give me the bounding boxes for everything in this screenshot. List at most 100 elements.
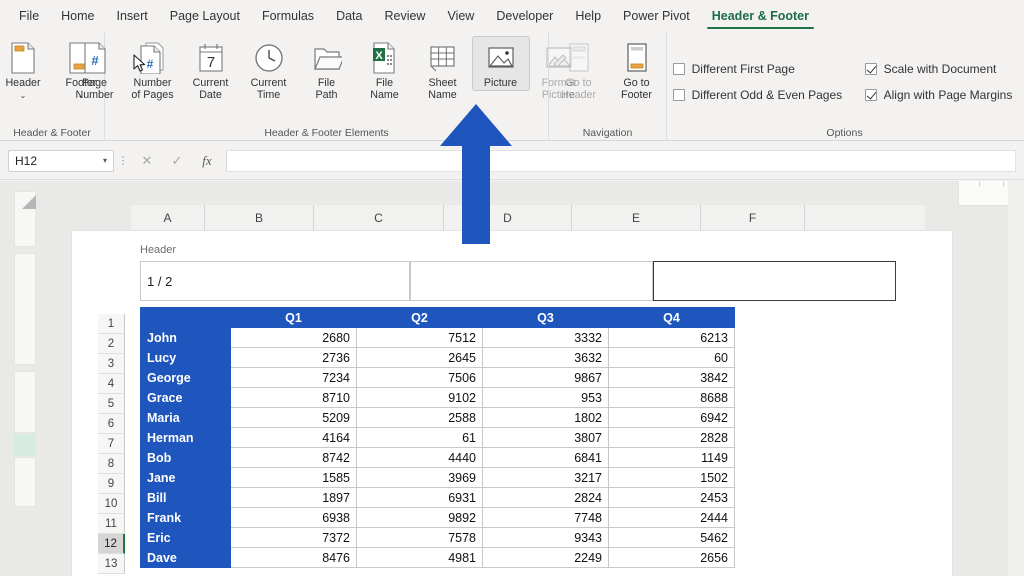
tab-developer[interactable]: Developer bbox=[485, 0, 564, 32]
page-number-button[interactable]: # Page Number bbox=[66, 36, 124, 102]
table-cell-q2[interactable]: 61 bbox=[357, 428, 483, 448]
table-cell-q3[interactable]: 3632 bbox=[483, 348, 609, 368]
table-cell-q2[interactable]: 7578 bbox=[357, 528, 483, 548]
table-cell-q4[interactable]: 2444 bbox=[609, 508, 735, 528]
row-header-10[interactable]: 10 bbox=[98, 494, 125, 514]
scale-with-document-checkbox[interactable] bbox=[865, 63, 877, 75]
column-header-a[interactable]: A bbox=[131, 205, 205, 231]
table-cell-q1[interactable]: 8742 bbox=[231, 448, 357, 468]
column-header-e[interactable]: E bbox=[572, 205, 701, 231]
insert-function-icon[interactable]: fx bbox=[192, 153, 222, 169]
table-cell-q3[interactable]: 953 bbox=[483, 388, 609, 408]
table-cell-q2[interactable]: 4440 bbox=[357, 448, 483, 468]
tab-header-and-footer[interactable]: Header & Footer bbox=[701, 0, 820, 32]
tab-formulas[interactable]: Formulas bbox=[251, 0, 325, 32]
chevron-down-icon[interactable]: ▾ bbox=[103, 156, 107, 165]
table-cell-q1[interactable]: 1897 bbox=[231, 488, 357, 508]
formula-input[interactable] bbox=[226, 150, 1016, 172]
tab-file[interactable]: File bbox=[8, 0, 50, 32]
table-cell-q4[interactable]: 1149 bbox=[609, 448, 735, 468]
align-with-page-margins-checkbox[interactable] bbox=[865, 89, 877, 101]
tab-insert[interactable]: Insert bbox=[106, 0, 159, 32]
sheet-name-button[interactable]: Sheet Name bbox=[414, 36, 472, 102]
table-cell-q4[interactable]: 2828 bbox=[609, 428, 735, 448]
go-to-footer-button[interactable]: Go to Footer bbox=[608, 36, 666, 102]
different-first-page-checkbox[interactable] bbox=[673, 63, 685, 75]
row-header-11[interactable]: 11 bbox=[98, 514, 125, 534]
formula-bar-grip[interactable]: ⋮ bbox=[114, 154, 132, 167]
table-cell-q3[interactable]: 9867 bbox=[483, 368, 609, 388]
row-header-7[interactable]: 7 bbox=[98, 434, 125, 454]
tab-home[interactable]: Home bbox=[50, 0, 105, 32]
tab-help[interactable]: Help bbox=[564, 0, 612, 32]
table-cell-q1[interactable]: 7234 bbox=[231, 368, 357, 388]
table-row[interactable]: John 2680 7512 3332 6213 bbox=[141, 328, 735, 348]
different-odd-even-pages-checkbox[interactable] bbox=[673, 89, 685, 101]
table-cell-q4[interactable]: 6942 bbox=[609, 408, 735, 428]
table-cell-q4[interactable]: 60 bbox=[609, 348, 735, 368]
table-cell-q2[interactable]: 4981 bbox=[357, 548, 483, 568]
table-cell-q2[interactable]: 9892 bbox=[357, 508, 483, 528]
table-cell-q1[interactable]: 6938 bbox=[231, 508, 357, 528]
table-row[interactable]: Bill 1897 6931 2824 2453 bbox=[141, 488, 735, 508]
header-section-left[interactable]: 1 / 2 bbox=[140, 261, 410, 301]
table-cell-q3[interactable]: 3217 bbox=[483, 468, 609, 488]
table-cell-q1[interactable]: 5209 bbox=[231, 408, 357, 428]
row-header-4[interactable]: 4 bbox=[98, 374, 125, 394]
row-header-5[interactable]: 5 bbox=[98, 394, 125, 414]
align-with-page-margins-option[interactable]: Align with Page Margins bbox=[865, 88, 1013, 102]
tab-data[interactable]: Data bbox=[325, 0, 373, 32]
table-cell-q4[interactable]: 2453 bbox=[609, 488, 735, 508]
table-cell-q1[interactable]: 1585 bbox=[231, 468, 357, 488]
table-cell-q1[interactable]: 8476 bbox=[231, 548, 357, 568]
table-row[interactable]: Lucy 2736 2645 3632 60 bbox=[141, 348, 735, 368]
column-header-b[interactable]: B bbox=[205, 205, 314, 231]
current-date-button[interactable]: 7 Current Date bbox=[182, 36, 240, 102]
table-cell-q3[interactable]: 2249 bbox=[483, 548, 609, 568]
table-cell-q3[interactable]: 9343 bbox=[483, 528, 609, 548]
different-odd-even-pages-option[interactable]: Different Odd & Even Pages bbox=[673, 88, 861, 102]
confirm-icon[interactable]: ✓ bbox=[162, 153, 192, 169]
table-row[interactable]: Herman 4164 61 3807 2828 bbox=[141, 428, 735, 448]
table-cell-q2[interactable]: 2645 bbox=[357, 348, 483, 368]
table-cell-q4[interactable]: 6213 bbox=[609, 328, 735, 348]
table-cell-q4[interactable]: 5462 bbox=[609, 528, 735, 548]
name-box[interactable]: H12 ▾ bbox=[8, 150, 114, 172]
vertical-scrollbar[interactable] bbox=[1008, 181, 1024, 576]
picture-button[interactable]: Picture bbox=[472, 36, 530, 91]
column-header-f[interactable]: F bbox=[701, 205, 805, 231]
table-row[interactable]: Bob 8742 4440 6841 1149 bbox=[141, 448, 735, 468]
tab-review[interactable]: Review bbox=[373, 0, 436, 32]
table-cell-q4[interactable]: 1502 bbox=[609, 468, 735, 488]
table-cell-q3[interactable]: 6841 bbox=[483, 448, 609, 468]
table-cell-q3[interactable]: 2824 bbox=[483, 488, 609, 508]
table-cell-q3[interactable]: 7748 bbox=[483, 508, 609, 528]
column-header-c[interactable]: C bbox=[314, 205, 444, 231]
table-cell-q2[interactable]: 6931 bbox=[357, 488, 483, 508]
cancel-icon[interactable]: ✕ bbox=[132, 153, 162, 169]
chevron-down-icon[interactable]: ⌄ bbox=[20, 91, 27, 100]
table-cell-q3[interactable]: 3332 bbox=[483, 328, 609, 348]
tab-page-layout[interactable]: Page Layout bbox=[159, 0, 251, 32]
table-cell-q4[interactable]: 2656 bbox=[609, 548, 735, 568]
file-name-button[interactable]: X File Name bbox=[356, 36, 414, 102]
row-header-8[interactable]: 8 bbox=[98, 454, 125, 474]
header-section-right[interactable] bbox=[653, 261, 896, 301]
table-row[interactable]: George 7234 7506 9867 3842 bbox=[141, 368, 735, 388]
row-header-1[interactable]: 1 bbox=[98, 314, 125, 334]
different-first-page-option[interactable]: Different First Page bbox=[673, 62, 861, 76]
table-cell-q2[interactable]: 2588 bbox=[357, 408, 483, 428]
table-cell-q4[interactable]: 3842 bbox=[609, 368, 735, 388]
row-header-3[interactable]: 3 bbox=[98, 354, 125, 374]
table-row[interactable]: Maria 5209 2588 1802 6942 bbox=[141, 408, 735, 428]
row-header-9[interactable]: 9 bbox=[98, 474, 125, 494]
table-cell-q1[interactable]: 2680 bbox=[231, 328, 357, 348]
table-cell-q2[interactable]: 9102 bbox=[357, 388, 483, 408]
table-row[interactable]: Jane 1585 3969 3217 1502 bbox=[141, 468, 735, 488]
row-header-2[interactable]: 2 bbox=[98, 334, 125, 354]
table-row[interactable]: Eric 7372 7578 9343 5462 bbox=[141, 528, 735, 548]
table-cell-q4[interactable]: 8688 bbox=[609, 388, 735, 408]
file-path-button[interactable]: File Path bbox=[298, 36, 356, 102]
row-header-6[interactable]: 6 bbox=[98, 414, 125, 434]
row-header-12[interactable]: 12 bbox=[98, 534, 125, 554]
